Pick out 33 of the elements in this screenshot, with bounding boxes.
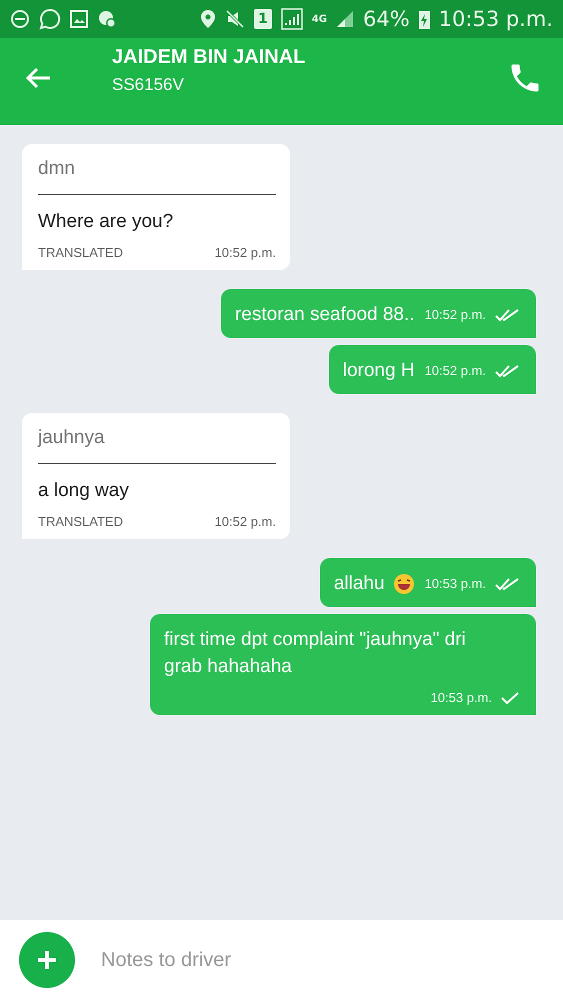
- back-button[interactable]: [24, 66, 52, 90]
- battery-charging-icon: [418, 9, 430, 29]
- plate-number: SS6156V: [112, 75, 185, 95]
- clock-time: 10:53 p.m.: [438, 7, 553, 31]
- original-text: jauhnya: [38, 427, 276, 464]
- original-text: dmn: [38, 158, 276, 195]
- message-time: 10:52 p.m.: [424, 363, 486, 378]
- chat-bubble-icon: [39, 8, 61, 30]
- battery-percentage: 64%: [362, 7, 410, 31]
- translated-text: Where are you?: [38, 211, 174, 233]
- muted-speaker-icon: [225, 9, 246, 29]
- plus-icon: [36, 949, 58, 971]
- message-text: lorong H: [342, 359, 415, 383]
- message-time: 10:52 p.m.: [214, 514, 276, 529]
- translated-text: a long way: [38, 480, 130, 502]
- signal-icon: [280, 8, 303, 30]
- message-time: 10:52 p.m.: [424, 307, 486, 322]
- sim-indicator: 1: [254, 9, 272, 29]
- do-not-disturb-icon: [10, 9, 30, 29]
- message-text: first time dpt complaint "jauhnya" dri grab hahahaha: [164, 628, 467, 679]
- message-time: 10:53 p.m.: [430, 690, 492, 705]
- network-type: 4G: [312, 14, 327, 24]
- translated-label: TRANSLATED: [38, 514, 123, 529]
- message-time: 10:52 p.m.: [214, 245, 276, 260]
- translated-label: TRANSLATED: [38, 245, 123, 260]
- message-text: allahu: [334, 572, 385, 596]
- driver-name: JAIDEM BIN JAINAL: [112, 46, 306, 69]
- location-pin-icon: [200, 9, 216, 29]
- image-icon: [70, 10, 88, 28]
- signal-bars-icon: [336, 10, 354, 28]
- message-text: restoran seafood 88..: [234, 303, 415, 327]
- message-time: 10:53 p.m.: [424, 576, 486, 591]
- back-arrow-icon: [24, 66, 52, 90]
